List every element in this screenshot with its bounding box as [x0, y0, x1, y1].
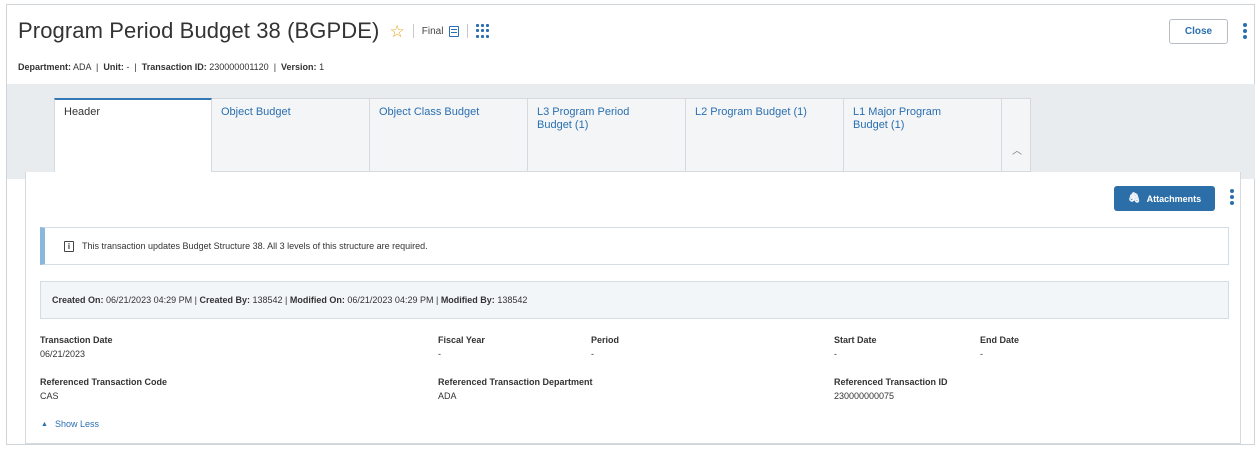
panel-more-options-icon[interactable]: [1230, 189, 1234, 207]
info-message: i This transaction updates Budget Struct…: [40, 227, 1229, 265]
version-value: 1: [319, 62, 325, 72]
status-label: Final: [421, 25, 444, 37]
tab-header[interactable]: Header: [54, 98, 212, 174]
tab-l1-major-program-budget[interactable]: L1 Major Program Budget (1): [844, 98, 1002, 172]
referenced-transaction-code-field: Referenced Transaction Code CAS: [40, 377, 168, 401]
unit-value: -: [126, 62, 130, 72]
transaction-id-label: Transaction ID:: [141, 62, 207, 72]
referenced-transaction-id-field: Referenced Transaction ID 230000000075: [834, 377, 948, 401]
info-icon: i: [64, 240, 74, 252]
department-label: Department:: [18, 62, 72, 72]
created-on-value: 06/21/2023 04:29 PM: [106, 295, 193, 305]
start-date-field: Start Date -: [834, 335, 877, 359]
document-icon[interactable]: [449, 25, 460, 37]
referenced-transaction-department-field: Referenced Transaction Department ADA: [438, 377, 593, 401]
version-label: Version:: [281, 62, 317, 72]
star-icon[interactable]: ☆: [389, 23, 404, 40]
tab-l3-program-period-budget[interactable]: L3 Program Period Budget (1): [528, 98, 686, 172]
collapse-tabs-button[interactable]: ︿: [1002, 98, 1031, 172]
chevron-up-icon: ︿: [1012, 146, 1022, 157]
end-date-field: End Date -: [980, 335, 1020, 359]
paperclip-icon: 🖇: [1127, 193, 1141, 204]
unit-label: Unit:: [103, 62, 124, 72]
transaction-id-value: 230000001120: [209, 62, 269, 72]
triangle-up-icon: ▲: [41, 420, 48, 428]
modified-on-value: 06/21/2023 04:29 PM: [347, 295, 434, 305]
apps-grid-icon[interactable]: [476, 24, 490, 38]
fiscal-year-field: Fiscal Year -: [438, 335, 485, 359]
tab-bar: Header Object Budget Object Class Budget…: [54, 98, 1031, 174]
audit-bar: Created On: 06/21/2023 04:29 PM | Create…: [40, 281, 1229, 319]
title-row: Program Period Budget 38 (BGPDE) ☆ Final: [18, 18, 490, 44]
show-less-link[interactable]: ▲ Show Less: [41, 419, 99, 429]
transaction-date-field: Transaction Date 06/21/2023: [40, 335, 113, 359]
attachments-button[interactable]: 🖇 Attachments: [1114, 186, 1215, 211]
close-button[interactable]: Close: [1169, 19, 1228, 44]
period-field: Period -: [591, 335, 620, 359]
divider: [412, 24, 414, 38]
divider: [467, 24, 469, 38]
page-title: Program Period Budget 38 (BGPDE): [18, 18, 380, 43]
info-message-text: This transaction updates Budget Structur…: [82, 241, 428, 251]
department-value: ADA: [73, 62, 92, 72]
modified-by-value: 138542: [497, 295, 528, 305]
more-options-icon[interactable]: [1243, 23, 1247, 41]
created-by-value: 138542: [252, 295, 283, 305]
transaction-meta: Department: ADA | Unit: - | Transaction …: [18, 62, 325, 72]
tab-object-budget[interactable]: Object Budget: [212, 98, 370, 172]
tab-l2-program-budget[interactable]: L2 Program Budget (1): [686, 98, 844, 172]
tab-object-class-budget[interactable]: Object Class Budget: [370, 98, 528, 172]
